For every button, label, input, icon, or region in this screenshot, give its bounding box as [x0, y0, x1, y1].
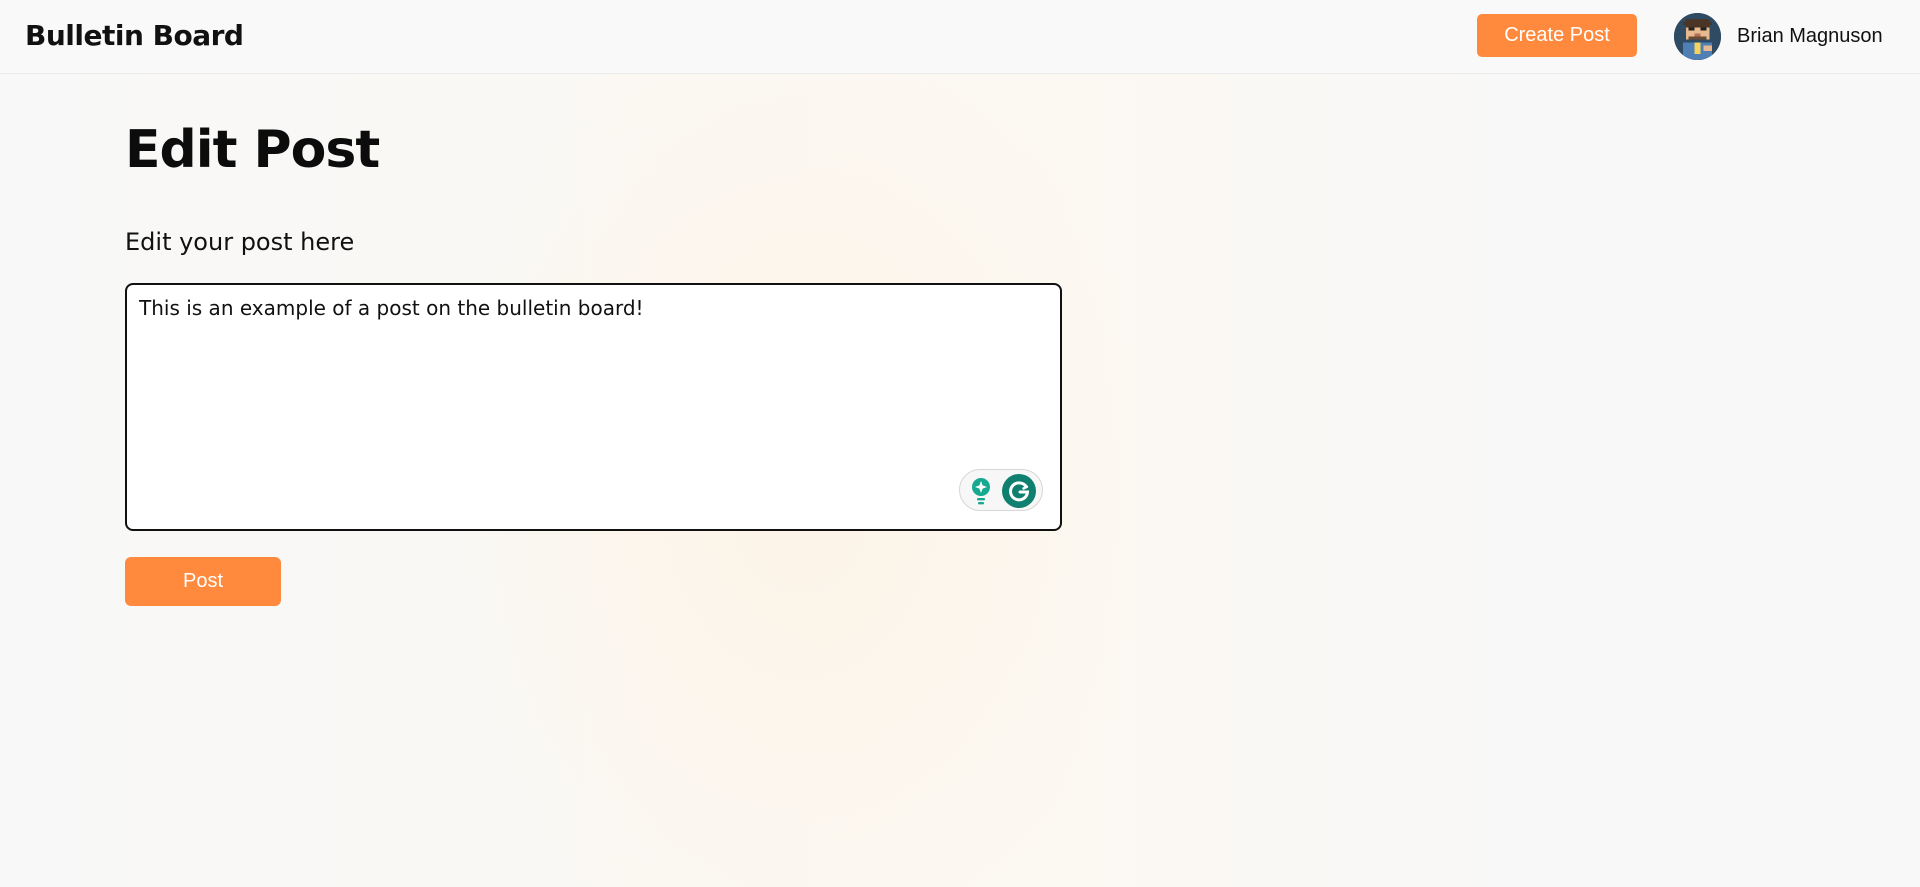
top-navbar: Bulletin Board Create Post Brian Magnuso…: [0, 0, 1920, 74]
pixel-art-avatar-icon: [1674, 13, 1721, 60]
post-button[interactable]: Post: [125, 557, 281, 606]
user-name[interactable]: Brian Magnuson: [1737, 24, 1883, 48]
grammarly-g-icon[interactable]: [1002, 474, 1036, 508]
page-title: Edit Post: [125, 120, 380, 180]
post-textarea[interactable]: This is an example of a post on the bull…: [139, 293, 1048, 469]
edit-post-page: Edit Post Edit your post here This is an…: [0, 74, 1920, 887]
app-title[interactable]: Bulletin Board: [25, 17, 244, 55]
lightbulb-sparkle-icon[interactable]: [969, 476, 993, 506]
writing-assistant-widget[interactable]: [959, 469, 1043, 511]
create-post-button[interactable]: Create Post: [1477, 14, 1637, 57]
post-field-label: Edit your post here: [125, 228, 355, 256]
avatar[interactable]: [1674, 13, 1721, 60]
post-editor: This is an example of a post on the bull…: [125, 283, 1062, 531]
